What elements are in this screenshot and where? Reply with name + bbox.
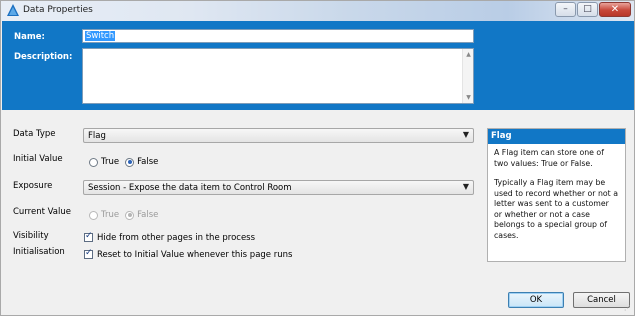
data-properties-dialog: Data Properties – □ ✕ Name: Switch Descr…: [0, 0, 635, 316]
maximize-button[interactable]: □: [577, 2, 598, 17]
description-scrollbar[interactable]: ▲ ▼: [462, 49, 473, 103]
exposure-value: Session - Expose the data item to Contro…: [88, 183, 292, 193]
maximize-icon: □: [583, 4, 592, 14]
help-paragraph: A Flag item can store one of two values:…: [494, 148, 604, 168]
scroll-up-icon[interactable]: ▲: [463, 51, 474, 58]
current-value-false-label: False: [137, 210, 159, 220]
current-value-true-label: True: [101, 210, 120, 220]
hide-from-other-pages-option[interactable]: Hide from other pages in the process: [84, 231, 255, 243]
header-panel: Name: Switch Description: ▲ ▼: [2, 21, 634, 110]
initial-value-false-label[interactable]: False: [137, 157, 158, 167]
scroll-down-icon[interactable]: ▼: [463, 94, 474, 101]
initial-value-label: Initial Value: [13, 154, 63, 164]
exposure-dropdown[interactable]: Session - Expose the data item to Contro…: [83, 180, 474, 195]
current-value-group: True False: [89, 209, 164, 221]
hide-from-other-pages-label[interactable]: Hide from other pages in the process: [97, 233, 255, 243]
name-label: Name:: [14, 32, 45, 42]
help-title: Flag: [488, 129, 625, 144]
data-type-value: Flag: [88, 131, 106, 141]
window-title: Data Properties: [23, 5, 93, 15]
exposure-label: Exposure: [13, 181, 53, 191]
chevron-down-icon: ▼: [462, 130, 469, 139]
description-label: Description:: [14, 52, 73, 62]
close-button[interactable]: ✕: [599, 2, 631, 17]
chevron-down-icon: ▼: [462, 182, 469, 191]
name-field[interactable]: Switch: [82, 29, 474, 43]
hide-from-other-pages-checkbox[interactable]: [84, 231, 93, 242]
initial-value-group: True False: [89, 156, 164, 168]
resize-grip-icon[interactable]: ⋰: [624, 304, 631, 312]
initialisation-label: Initialisation: [13, 247, 65, 257]
initial-value-true-radio[interactable]: [89, 157, 98, 167]
data-type-label: Data Type: [13, 129, 56, 139]
title-bar[interactable]: Data Properties – □ ✕: [1, 1, 634, 21]
cancel-button[interactable]: Cancel: [573, 292, 630, 308]
data-type-dropdown[interactable]: Flag ▼: [83, 128, 474, 143]
initial-value-false-radio[interactable]: [125, 157, 135, 167]
current-value-true-radio: [89, 210, 98, 220]
reset-initial-value-label[interactable]: Reset to Initial Value whenever this pag…: [97, 250, 292, 260]
help-body: A Flag item can store one of two values:…: [488, 144, 625, 254]
help-panel: Flag A Flag item can store one of two va…: [487, 128, 626, 262]
help-paragraph: Typically a Flag item may be used to rec…: [494, 178, 618, 240]
initial-value-true-label[interactable]: True: [101, 157, 119, 167]
ok-button[interactable]: OK: [508, 292, 564, 308]
name-field-value: Switch: [85, 31, 116, 41]
reset-initial-value-checkbox[interactable]: [84, 248, 93, 259]
close-icon: ✕: [610, 4, 620, 15]
description-field[interactable]: ▲ ▼: [82, 48, 474, 104]
current-value-false-radio: [125, 210, 135, 220]
reset-initial-value-option[interactable]: Reset to Initial Value whenever this pag…: [84, 248, 292, 260]
app-logo-icon: [7, 4, 19, 16]
current-value-label: Current Value: [13, 207, 71, 217]
visibility-label: Visibility: [13, 231, 49, 241]
minimize-icon: –: [563, 4, 568, 14]
minimize-button[interactable]: –: [555, 2, 576, 17]
